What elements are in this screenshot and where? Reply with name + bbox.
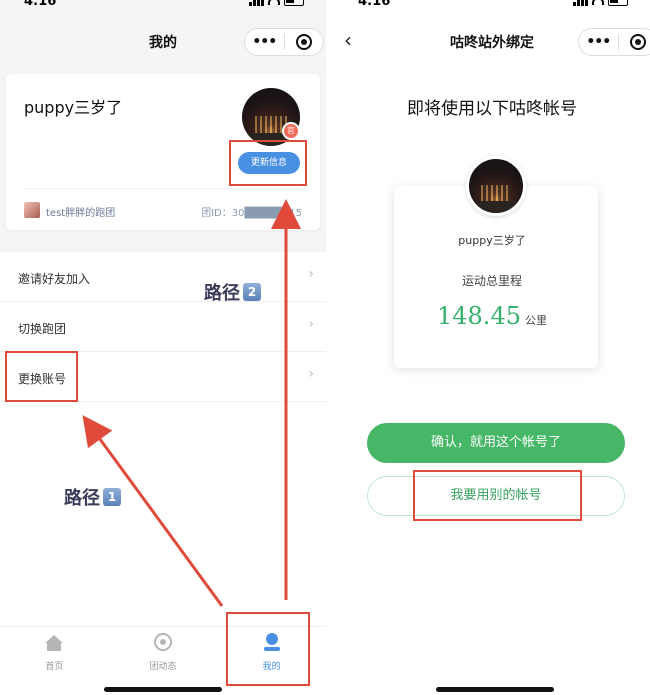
path-1-annotation: 路径 1 (64, 484, 121, 510)
divider (24, 188, 302, 189)
chevron-right-icon: › (308, 366, 314, 382)
bind-heading: 即将使用以下咕咚帐号 (407, 99, 577, 119)
confirm-account-button[interactable]: 确认，就用这个帐号了 (367, 423, 625, 463)
account-name: puppy三岁了 (458, 234, 526, 247)
status-time: 4:16 (24, 0, 57, 9)
status-time: 4:16 (358, 0, 391, 9)
distance-label: 运动总里程 (461, 274, 522, 288)
status-icons (249, 0, 304, 6)
target-icon (295, 34, 312, 50)
team-id: 团ID：30█████515 (201, 208, 302, 219)
wifi-icon (592, 0, 604, 5)
highlight-change-account (5, 351, 78, 402)
home-icon (45, 635, 64, 651)
tab-label: 团动态 (149, 662, 177, 672)
menu-item-switch-team[interactable]: 切换跑团 › (0, 302, 326, 352)
distance-number: 148.45 (437, 302, 521, 330)
path-2-annotation: 路径 2 (204, 279, 261, 305)
battery-icon (284, 0, 304, 6)
menu-item-label: 邀请好友加入 (18, 272, 91, 286)
close-program-button[interactable] (284, 34, 323, 50)
status-bar: 4:16 (0, 0, 326, 10)
home-indicator (436, 687, 554, 692)
nav-bar: 我的 ••• (0, 22, 326, 62)
wifi-icon (268, 0, 280, 5)
keycap-number-icon: 1 (103, 488, 121, 506)
nav-bar: ‹ 咕咚站外绑定 ••• (334, 22, 650, 62)
tab-team-feed[interactable]: 团动态 (109, 627, 218, 695)
keycap-number-icon: 2 (243, 283, 261, 301)
status-bar: 4:16 (334, 0, 650, 10)
team-name[interactable]: test胖胖的跑团 (46, 204, 115, 219)
highlight-me-tab (226, 612, 310, 686)
menu-item-invite-friends[interactable]: 邀请好友加入 › (0, 252, 326, 302)
highlight-other-account (413, 470, 582, 521)
tab-home[interactable]: 首页 (0, 627, 109, 695)
mini-program-capsule: ••• (578, 28, 650, 56)
distance-unit: 公里 (524, 314, 547, 327)
home-indicator (104, 687, 222, 692)
path-2-text: 路径 (204, 283, 240, 304)
team-feed-icon (154, 633, 172, 651)
official-badge: 官 (282, 122, 300, 140)
chevron-right-icon: › (308, 266, 314, 282)
path-1-text: 路径 (64, 488, 100, 509)
more-button[interactable]: ••• (579, 34, 618, 50)
more-button[interactable]: ••• (245, 34, 284, 50)
chevron-right-icon: › (308, 316, 314, 332)
battery-icon (608, 0, 628, 6)
distance-value: 148.45 公里 (334, 302, 650, 330)
team-avatar (24, 202, 40, 218)
signal-icon (249, 0, 264, 6)
username: puppy三岁了 (24, 98, 123, 117)
left-phone-screen: 4:16 我的 ••• puppy三岁了 test胖胖的跑团 团ID：30███… (0, 0, 326, 695)
right-phone-screen: 4:16 ‹ 咕咚站外绑定 ••• 即将使用以下咕咚帐号 puppy三岁了 运动… (334, 0, 650, 695)
signal-icon (573, 0, 588, 6)
close-program-button[interactable] (618, 34, 650, 50)
menu-item-label: 切换跑团 (18, 322, 67, 336)
mini-program-capsule: ••• (244, 28, 324, 56)
highlight-update-info (229, 140, 307, 186)
content-background (0, 402, 326, 626)
screen-gap (326, 0, 334, 695)
target-icon (629, 34, 646, 50)
status-icons (573, 0, 628, 6)
account-avatar (466, 156, 526, 216)
tab-label: 首页 (45, 662, 64, 672)
